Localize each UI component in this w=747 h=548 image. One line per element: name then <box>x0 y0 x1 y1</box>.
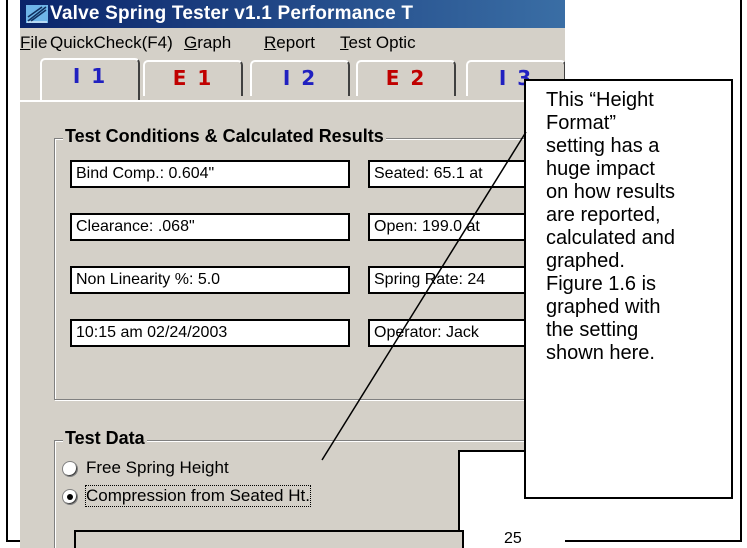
leader-line <box>321 131 527 461</box>
callout-leader-line <box>321 131 527 461</box>
